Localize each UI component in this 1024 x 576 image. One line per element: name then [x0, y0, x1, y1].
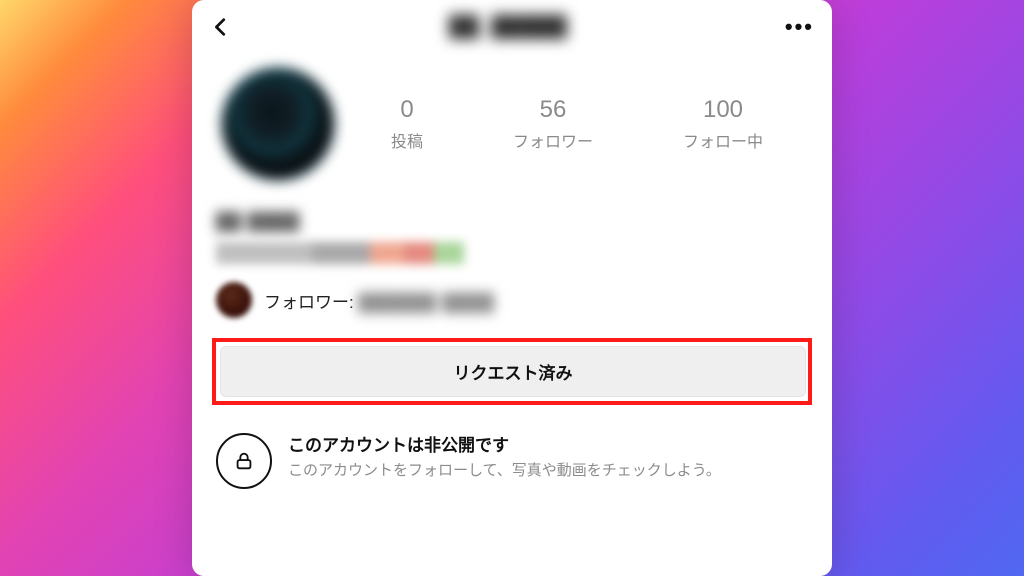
stat-following[interactable]: 100 フォロー中: [683, 96, 763, 152]
title-bar: ██_█████ •••: [192, 0, 832, 48]
follower-avatar-icon: [216, 282, 252, 318]
back-icon[interactable]: [210, 16, 232, 38]
stat-followers-label: フォロワー: [513, 128, 593, 152]
stat-followers-value: 56: [513, 96, 593, 124]
stats-row: 0 投稿 56 フォロワー 100 フォロー中: [346, 96, 808, 152]
followers-names: ██████ ████: [358, 293, 494, 312]
stat-posts-value: 0: [391, 96, 423, 124]
avatar[interactable]: [220, 66, 336, 182]
private-account-notice: このアカウントは非公開です このアカウントをフォローして、写真や動画をチェックし…: [212, 405, 812, 489]
stat-followers[interactable]: 56 フォロワー: [513, 96, 593, 152]
more-icon[interactable]: •••: [785, 14, 814, 40]
stat-following-label: フォロー中: [683, 128, 763, 152]
lock-icon: [216, 433, 272, 489]
follow-request-button[interactable]: リクエスト済み: [220, 346, 806, 397]
private-subtitle: このアカウントをフォローして、写真や動画をチェックしよう。: [288, 460, 721, 482]
stat-following-value: 100: [683, 96, 763, 124]
private-title: このアカウントは非公開です: [288, 431, 721, 456]
stat-posts-label: 投稿: [391, 128, 423, 152]
profile-header-row: 0 投稿 56 フォロワー 100 フォロー中: [212, 48, 812, 190]
highlight-box: リクエスト済み: [212, 338, 812, 405]
bio-line: [216, 242, 486, 264]
profile-card: ██_█████ ••• 0 投稿 56 フォロワー 100: [192, 0, 832, 576]
followers-summary[interactable]: フォロワー: ██████ ████: [212, 264, 812, 318]
header-username: ██_█████: [449, 16, 567, 39]
gradient-background: ██_█████ ••• 0 投稿 56 フォロワー 100: [0, 0, 1024, 576]
display-name: ██ ████: [216, 212, 808, 232]
name-block: ██ ████: [212, 190, 812, 264]
followers-prefix: フォロワー:: [264, 293, 354, 312]
stat-posts[interactable]: 0 投稿: [391, 96, 423, 152]
